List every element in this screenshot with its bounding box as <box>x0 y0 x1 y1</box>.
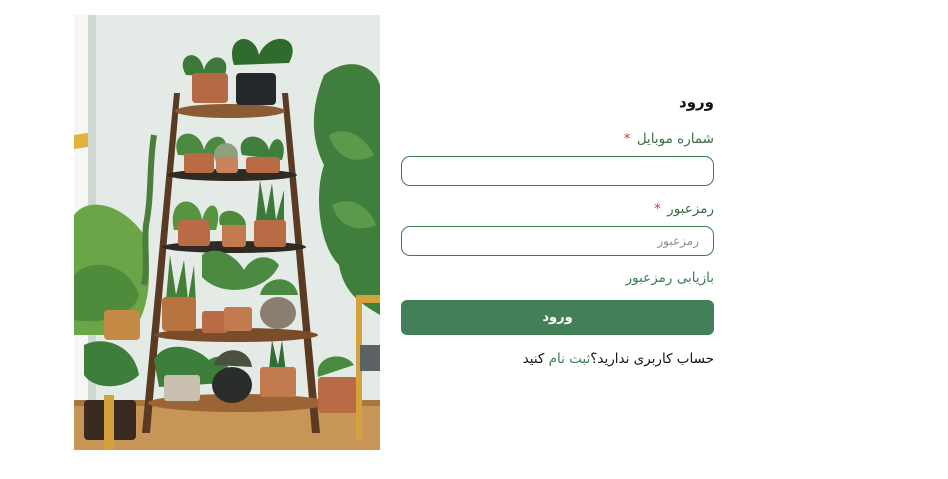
password-input[interactable] <box>401 226 714 256</box>
login-button[interactable]: ورود <box>401 300 714 335</box>
hero-image <box>74 15 380 450</box>
signup-link[interactable]: ثبت نام <box>549 351 591 367</box>
password-label-text: رمزعبور <box>667 201 714 217</box>
signup-suffix: کنید <box>522 351 549 367</box>
mobile-label-text: شماره موبایل <box>636 131 714 147</box>
login-form: ورود شماره موبایل * رمزعبور * بازیابی رم… <box>401 85 714 369</box>
required-marker: * <box>623 131 631 147</box>
mobile-input[interactable] <box>401 156 714 186</box>
password-label: رمزعبور * <box>401 199 714 219</box>
required-marker: * <box>654 201 661 217</box>
signup-prompt-text: حساب کاربری ندارید؟ <box>590 351 714 367</box>
plant-shelf-illustration <box>74 15 380 450</box>
page-title: ورود <box>679 93 714 111</box>
mobile-label: شماره موبایل * <box>401 129 714 149</box>
forgot-password-link[interactable]: بازیابی رمزعبور <box>401 268 714 288</box>
signup-prompt: حساب کاربری ندارید؟ثبت نام کنید <box>401 349 714 369</box>
